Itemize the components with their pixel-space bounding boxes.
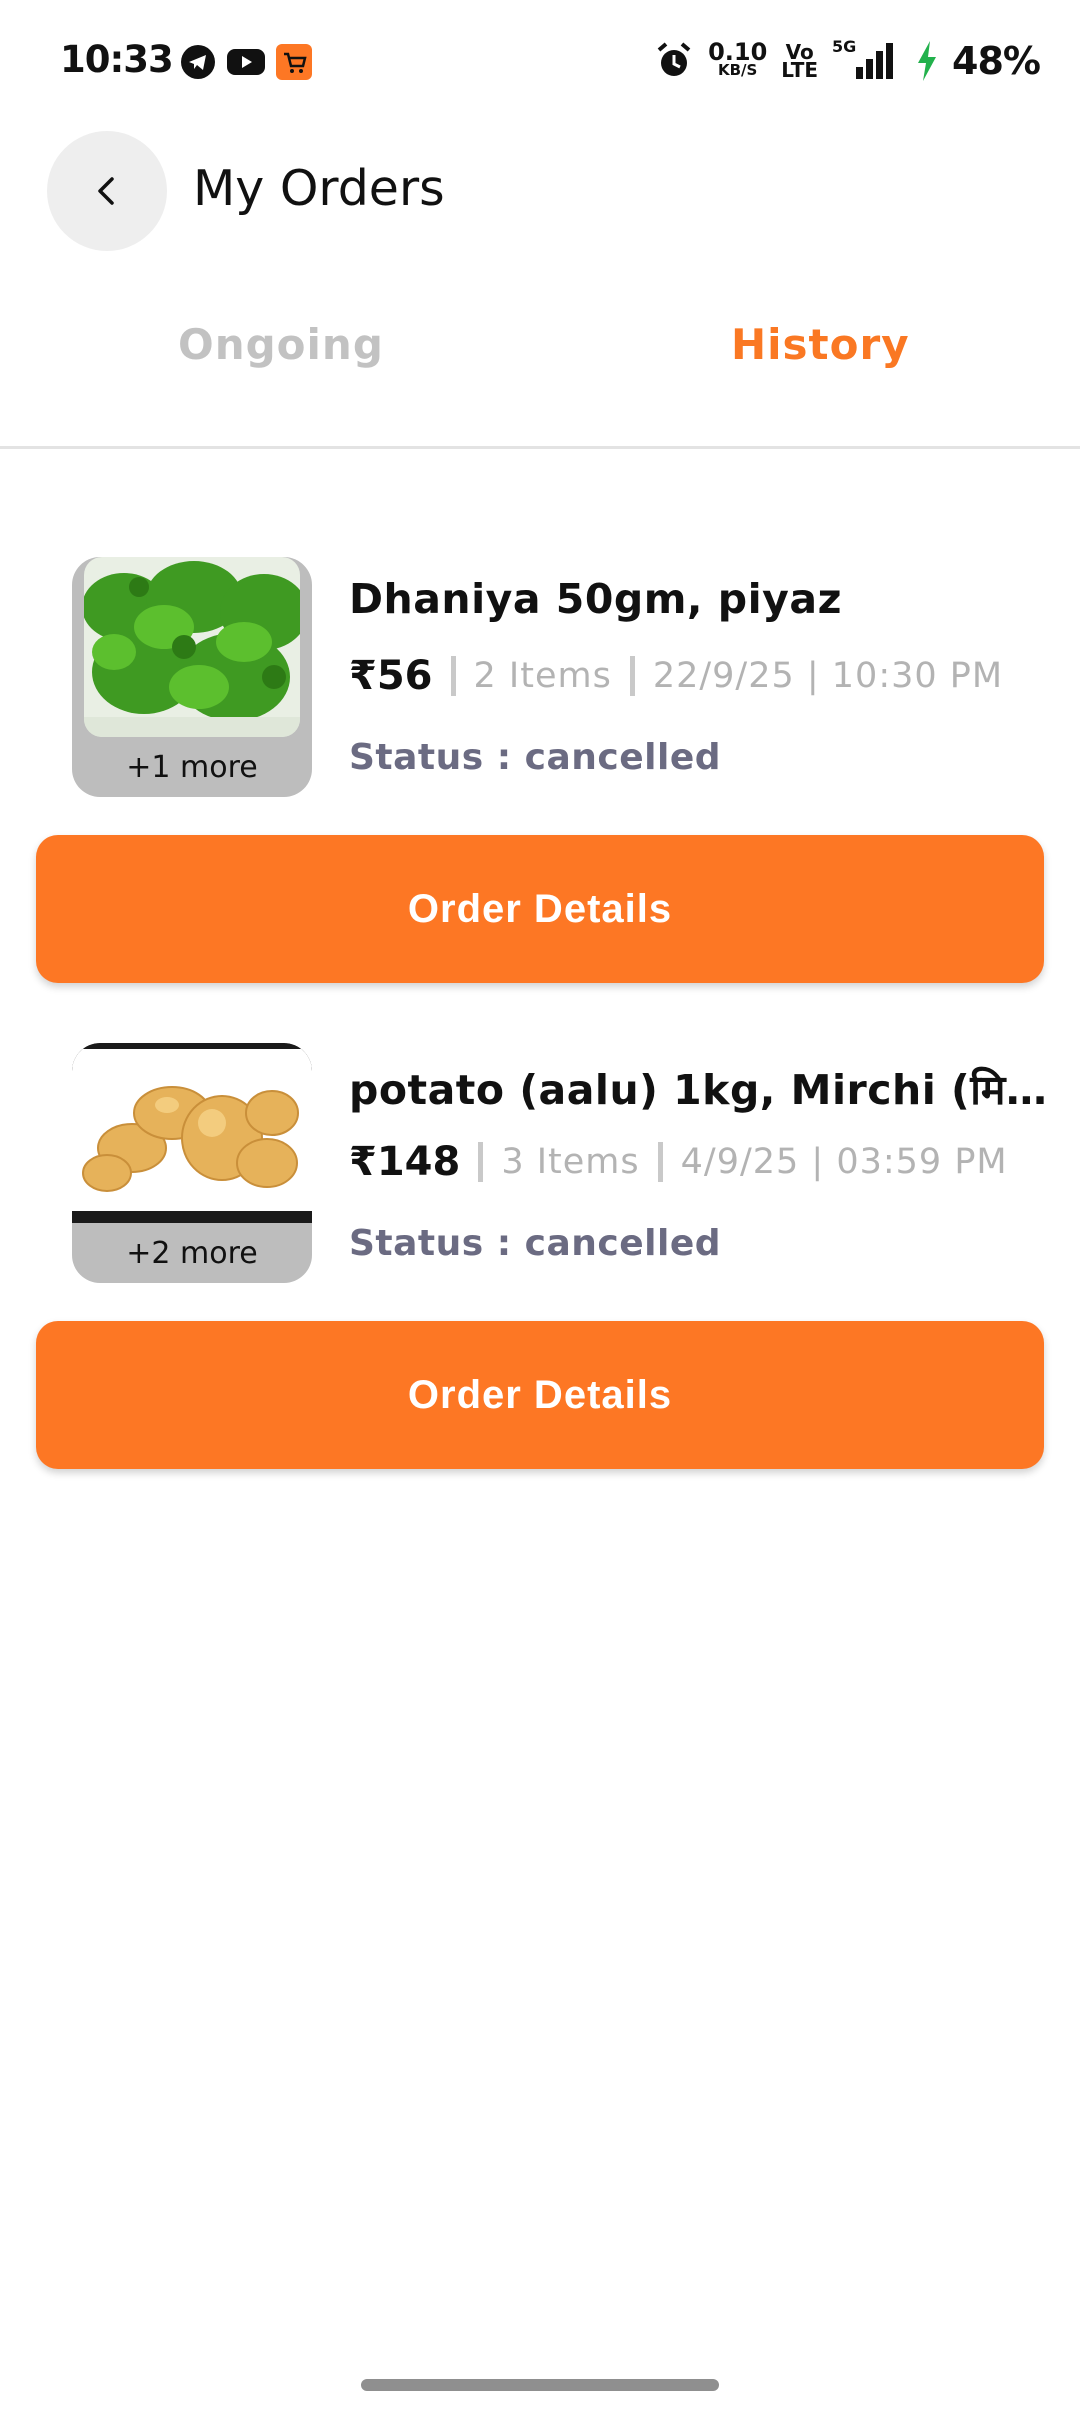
order-item-count: 3 Items — [501, 1142, 640, 1182]
battery-level: 48% — [952, 39, 1041, 83]
tab-ongoing[interactable]: Ongoing — [178, 320, 384, 369]
divider — [450, 656, 456, 696]
more-items-label: +2 more — [126, 1236, 258, 1271]
order-details-button[interactable]: Order Details — [36, 835, 1044, 983]
order-status: Status : cancelled — [349, 1223, 722, 1264]
order-meta: ₹148 3 Items 4/9/25 | 03:59 PM — [349, 1139, 1008, 1185]
order-price: ₹148 — [349, 1139, 461, 1185]
order-price: ₹56 — [349, 653, 433, 699]
net-speed-value: 0.10 — [708, 38, 768, 66]
potato-image — [72, 1043, 312, 1223]
order-status: Status : cancelled — [349, 737, 722, 778]
telegram-icon — [181, 45, 215, 79]
status-bar: 10:33 0.10 KB/S Vo LTE 5G 48% — [0, 0, 1080, 120]
order-thumbnail[interactable]: +1 more — [72, 557, 312, 797]
volte-bottom: LTE — [781, 58, 819, 82]
signal-icon: 5G — [832, 37, 902, 81]
more-items-label: +1 more — [126, 750, 258, 785]
cart-app-icon — [276, 44, 312, 80]
status-time: 10:33 — [60, 38, 174, 81]
tab-history[interactable]: History — [731, 320, 910, 369]
alarm-icon — [657, 42, 691, 76]
net-speed: 0.10 KB/S — [708, 38, 768, 79]
divider — [657, 1142, 663, 1182]
youtube-icon — [227, 49, 265, 75]
order-title: Dhaniya 50gm, piyaz — [349, 575, 842, 623]
page-title: My Orders — [193, 160, 445, 217]
chevron-left-icon — [98, 177, 114, 205]
order-date: 4/9/25 | 03:59 PM — [680, 1142, 1008, 1182]
charging-icon — [918, 41, 937, 81]
order-item-count: 2 Items — [473, 656, 612, 696]
divider — [629, 656, 635, 696]
home-indicator[interactable] — [361, 2379, 719, 2391]
status-indicators: 0.10 KB/S Vo LTE 5G 48% — [654, 36, 1041, 86]
order-thumbnail[interactable]: +2 more — [72, 1043, 312, 1283]
tabs-divider — [0, 446, 1080, 449]
order-meta: ₹56 2 Items 22/9/25 | 10:30 PM — [349, 653, 1003, 699]
volte-indicator: Vo LTE — [781, 42, 819, 82]
order-date: 22/9/25 | 10:30 PM — [652, 656, 1004, 696]
coriander-image — [84, 557, 300, 737]
order-details-button[interactable]: Order Details — [36, 1321, 1044, 1469]
order-title: potato (aalu) 1kg, Mirchi (मिर्ची... — [349, 1066, 1049, 1114]
back-button[interactable] — [47, 131, 167, 251]
divider — [478, 1142, 484, 1182]
